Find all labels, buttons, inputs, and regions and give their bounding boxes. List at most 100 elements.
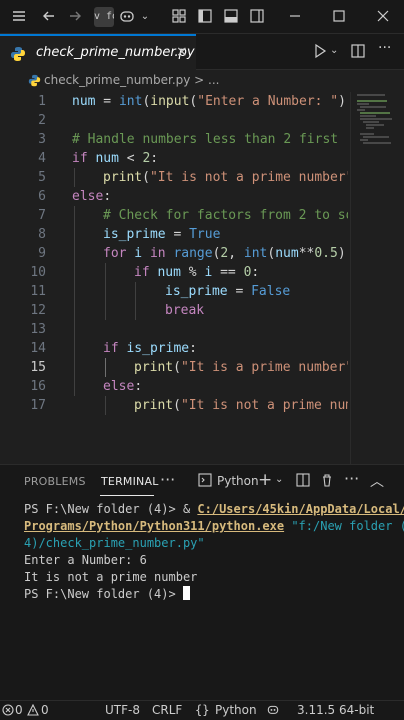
- terminal-output[interactable]: PS F:\New folder (4)> & C:/Users/45kin/A…: [24, 501, 404, 603]
- indent-guide: [135, 282, 136, 320]
- toggle-sidebar-icon[interactable]: [196, 8, 214, 26]
- editor-tab-bar: check_prime_number.py × ⌄ ···: [0, 34, 404, 70]
- error-icon[interactable]: [2, 703, 14, 717]
- run-python-icon[interactable]: [312, 43, 328, 63]
- code-line-17: print("It is not a prime numb: [134, 398, 348, 413]
- indent-guide: [74, 206, 75, 396]
- code-line-11: is_prime = False: [165, 284, 291, 299]
- line-number: 15: [30, 360, 46, 375]
- terminal-link[interactable]: Programs/Python/Python311/python.exe: [24, 519, 284, 533]
- toggle-panel-icon[interactable]: [222, 8, 240, 26]
- encoding-selector[interactable]: UTF-8: [105, 703, 140, 717]
- line-number: 16: [30, 379, 46, 394]
- indent-guide: [105, 396, 106, 415]
- python-file-icon: [28, 74, 41, 87]
- python-interpreter[interactable]: 3.11.5 64-bit: [297, 703, 374, 717]
- code-line-6: else:: [72, 189, 112, 204]
- code-editor[interactable]: 1 2 3 4 5 6 7 8 9 10 11 12 13 14 15 16 17 num = int(inpu…: [0, 92, 404, 464]
- terminal-link[interactable]: C:/Users/45kin/AppData/Local/: [197, 502, 404, 516]
- code-line-16: else:: [103, 379, 143, 394]
- terminal-line: Programs/Python/Python311/python.exe "f:…: [24, 519, 404, 533]
- toggle-secondary-sidebar-icon[interactable]: [248, 8, 266, 26]
- terminal-line: 4)/check_prime_number.py": [24, 536, 205, 550]
- command-center[interactable]: v fo: [94, 7, 114, 27]
- line-number: 6: [38, 189, 46, 204]
- terminal-line: PS F:\New folder (4)>: [24, 586, 398, 603]
- status-bar: 0 0 UTF-8 CRLF {} Python 3.11.5 64-bit: [0, 700, 404, 720]
- line-number: 10: [30, 265, 46, 280]
- new-terminal-icon[interactable]: +: [258, 470, 272, 490]
- code-line-8: is_prime = True: [103, 227, 221, 242]
- code-line-5: print("It is not a prime number": [103, 170, 348, 185]
- copilot-icon[interactable]: [118, 8, 136, 26]
- code-line-9: for i in range(2, int(num**0.5) +: [103, 246, 346, 261]
- customize-layout-icon[interactable]: [170, 8, 188, 26]
- line-number: 3: [38, 132, 46, 147]
- tab-label: check_prime_number.py: [36, 45, 195, 60]
- eol-selector[interactable]: CRLF: [152, 703, 182, 717]
- copilot-status-icon[interactable]: [266, 703, 280, 717]
- indent-guide: [105, 358, 106, 377]
- kill-terminal-icon[interactable]: [320, 473, 334, 491]
- line-number: 5: [38, 170, 46, 185]
- run-dropdown-chevron-icon[interactable]: ⌄: [330, 45, 338, 56]
- line-number: 7: [38, 208, 46, 223]
- terminal-dropdown-chevron-icon[interactable]: ⌄: [275, 474, 283, 485]
- terminal-shell-name[interactable]: Python: [217, 474, 259, 488]
- line-number: 2: [38, 113, 46, 128]
- code-line-1: num = int(input("Enter a Number: ")): [72, 94, 348, 109]
- back-arrow-icon[interactable]: [40, 8, 58, 26]
- line-number: 17: [30, 398, 46, 413]
- indent-guide: [74, 168, 75, 187]
- line-number: 11: [30, 284, 46, 299]
- code-line-12: break: [165, 303, 205, 318]
- active-tab-indicator: [100, 495, 154, 496]
- line-number: 12: [30, 303, 46, 318]
- split-editor-icon[interactable]: [350, 43, 366, 63]
- title-bar: v fo ⌄: [0, 0, 404, 34]
- close-icon[interactable]: ×: [176, 44, 188, 60]
- terminal-line: It is not a prime number: [24, 570, 198, 584]
- maximize-icon[interactable]: [330, 8, 348, 26]
- more-actions-icon[interactable]: ···: [378, 40, 391, 56]
- tab-check-prime-number[interactable]: check_prime_number.py ×: [0, 34, 196, 70]
- line-number: 13: [30, 322, 46, 337]
- braces-icon: {}: [195, 703, 210, 717]
- maximize-panel-icon[interactable]: ︿: [370, 471, 384, 491]
- tab-problems[interactable]: PROBLEMS: [24, 475, 86, 488]
- terminal-line: PS F:\New folder (4)> & C:/Users/45kin/A…: [24, 501, 404, 518]
- code-line-4: if num < 2:: [72, 151, 159, 166]
- code-line-3: # Handle numbers less than 2 first: [72, 132, 339, 147]
- python-file-icon: [10, 46, 26, 62]
- indent-guide: [105, 263, 106, 320]
- chevron-down-icon[interactable]: ⌄: [136, 8, 154, 26]
- forward-arrow-icon[interactable]: [66, 8, 84, 26]
- code-line-15: print("It is a prime number": [134, 360, 348, 375]
- minimap[interactable]: [350, 92, 404, 464]
- bottom-panel: PROBLEMS TERMINAL ··· Python + ⌄ ··· ︿ P…: [0, 464, 404, 700]
- line-number: 9: [38, 246, 46, 261]
- menu-icon[interactable]: [10, 8, 28, 26]
- split-terminal-icon[interactable]: [296, 473, 310, 491]
- minimize-icon[interactable]: [286, 8, 304, 26]
- language-mode[interactable]: Python: [215, 703, 257, 717]
- warning-count[interactable]: 0: [41, 703, 49, 717]
- terminal-line: Enter a Number: 6: [24, 553, 147, 567]
- close-window-icon[interactable]: [374, 8, 392, 26]
- code-line-14: if is_prime:: [103, 341, 197, 356]
- tab-terminal[interactable]: TERMINAL: [101, 475, 159, 488]
- terminal-cursor: [182, 586, 190, 600]
- breadcrumb-path[interactable]: check_prime_number.py > ...: [44, 73, 219, 87]
- line-number: 14: [30, 341, 46, 356]
- line-number: 8: [38, 227, 46, 242]
- code-area[interactable]: num = int(input("Enter a Number: ")) # H…: [72, 92, 348, 464]
- line-number: 1: [38, 94, 46, 109]
- more-panel-tabs-icon[interactable]: ···: [160, 470, 175, 489]
- code-line-10: if num % i == 0:: [134, 265, 260, 280]
- terminal-shell-icon: [198, 473, 212, 491]
- code-line-7: # Check for factors from 2 to squ: [103, 208, 348, 223]
- line-number: 4: [38, 151, 46, 166]
- warning-icon[interactable]: [27, 703, 39, 717]
- error-count[interactable]: 0: [15, 703, 23, 717]
- more-actions-icon[interactable]: ···: [344, 469, 359, 488]
